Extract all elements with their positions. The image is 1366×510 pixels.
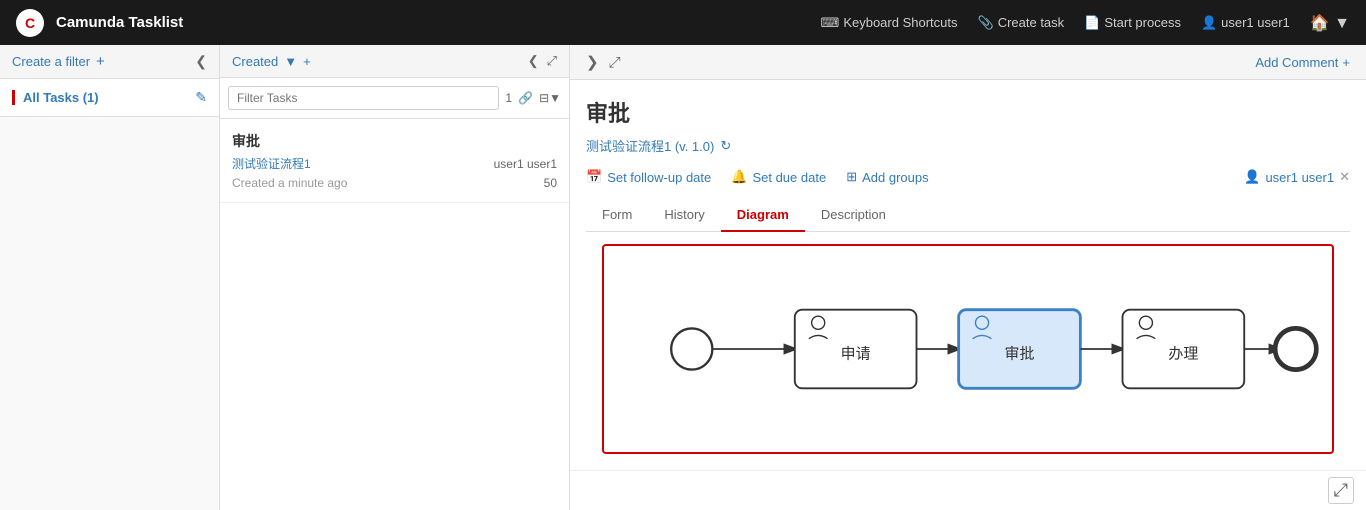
home-button[interactable]: 🏠 ▼ (1310, 13, 1350, 33)
task-item-bottom: Created a minute ago 50 (232, 176, 557, 190)
keyboard-icon: ⌨ (821, 15, 840, 31)
filter-count: 1 (505, 91, 512, 105)
task-item-priority: 50 (544, 176, 557, 190)
assignee-display: 👤 user1 user1 ✕ (1244, 169, 1350, 185)
detail-content: 审批 测试验证流程1 (v. 1.0) ↻ 📅 Set follow-up da… (570, 80, 1366, 470)
task-filter-bar: 1 🔗 ⊟▼ (220, 78, 569, 119)
task-list-header: Created ▼ + ❮ ⤢ (220, 45, 569, 78)
user-menu[interactable]: 👤 user1 user1 (1201, 15, 1290, 31)
filter-tasks-input[interactable] (228, 86, 499, 110)
start-event (671, 328, 712, 369)
logo: C (16, 9, 44, 37)
handle-label: 办理 (1168, 345, 1198, 362)
tab-form[interactable]: Form (586, 199, 648, 232)
remove-assignee-button[interactable]: ✕ (1339, 169, 1350, 185)
start-process-button[interactable]: 📄 Start process (1084, 15, 1181, 31)
create-filter-plus-icon[interactable]: + (96, 53, 105, 70)
create-filter-button[interactable]: Create a filter + (12, 53, 105, 70)
app-title: Camunda Tasklist (56, 14, 809, 31)
edit-filter-icon[interactable]: ✎ (195, 89, 207, 106)
grid-icon: ⊞ (846, 169, 857, 185)
left-sidebar: Create a filter + ❮ All Tasks (1) ✎ (0, 45, 220, 510)
detail-bottom-bar: ⤢ (570, 470, 1366, 510)
all-tasks-label: All Tasks (1) (12, 90, 99, 105)
task-item-process: 测试验证流程1 (232, 155, 311, 172)
link-filter-icon[interactable]: 🔗 (518, 91, 533, 105)
refresh-icon[interactable]: ↻ (720, 138, 731, 154)
diagram-area: 申请 审批 办理 (602, 244, 1334, 454)
main-layout: Create a filter + ❮ All Tasks (1) ✎ Crea… (0, 45, 1366, 510)
process-link-text: 测试验证流程1 (v. 1.0) (586, 136, 714, 155)
end-event (1275, 328, 1316, 369)
filter-icons: 1 🔗 ⊟▼ (505, 91, 561, 105)
assignee-user-icon: 👤 (1244, 169, 1260, 185)
detail-tabs: Form History Diagram Description (586, 199, 1350, 232)
task-item-assignee: user1 user1 (494, 157, 557, 171)
move-icon[interactable]: ⤢ (1328, 477, 1354, 504)
process-link[interactable]: 测试验证流程1 (v. 1.0) ↻ (586, 136, 1350, 155)
all-tasks-filter[interactable]: All Tasks (1) ✎ (0, 79, 219, 117)
fullscreen-icon[interactable]: ⤢ (609, 54, 621, 71)
sort-filter-icon[interactable]: ⊟▼ (539, 91, 561, 105)
task-item-time: Created a minute ago (232, 176, 347, 190)
bell-icon: 🔔 (731, 169, 747, 185)
keyboard-shortcuts-button[interactable]: ⌨ Keyboard Shortcuts (821, 15, 958, 31)
add-groups-button[interactable]: ⊞ Add groups (846, 169, 928, 185)
navbar: C Camunda Tasklist ⌨ Keyboard Shortcuts … (0, 0, 1366, 45)
sidebar-collapse-button[interactable]: ❮ (195, 53, 207, 70)
task-item-title: 审批 (232, 131, 557, 151)
create-task-button[interactable]: 📎 Create task (978, 15, 1065, 31)
add-comment-plus-icon: + (1342, 55, 1350, 70)
collapse-detail-icon[interactable]: ❯ (586, 53, 599, 71)
sidebar-header: Create a filter + ❮ (0, 45, 219, 79)
sort-created-button[interactable]: Created ▼ + (232, 54, 311, 69)
navbar-actions: ⌨ Keyboard Shortcuts 📎 Create task 📄 Sta… (821, 13, 1350, 33)
task-list-controls: ❮ ⤢ (528, 53, 557, 69)
paperclip-icon: 📎 (978, 15, 994, 31)
collapse-panel-icon[interactable]: ❮ (528, 53, 539, 69)
bpmn-diagram: 申请 审批 办理 (604, 246, 1332, 452)
detail-actions: 📅 Set follow-up date 🔔 Set due date ⊞ Ad… (586, 169, 1350, 185)
tab-description[interactable]: Description (805, 199, 902, 232)
approve-label: 审批 (1005, 345, 1035, 362)
calendar-icon: 📅 (586, 169, 602, 185)
task-item-meta: 测试验证流程1 user1 user1 (232, 155, 557, 172)
expand-panel-icon[interactable]: ⤢ (547, 53, 557, 69)
apply-label: 申请 (841, 345, 871, 362)
detail-panel: ❯ ⤢ Add Comment + 审批 测试验证流程1 (v. 1.0) ↻ … (570, 45, 1366, 510)
topbar-left: ❯ ⤢ (586, 53, 621, 71)
task-list-panel: Created ▼ + ❮ ⤢ 1 🔗 ⊟▼ 审批 测试验证流程1 user1 … (220, 45, 570, 510)
add-comment-button[interactable]: Add Comment + (1255, 55, 1350, 70)
detail-topbar: ❯ ⤢ Add Comment + (570, 45, 1366, 80)
task-item[interactable]: 审批 测试验证流程1 user1 user1 Created a minute … (220, 119, 569, 203)
task-detail-title: 审批 (586, 96, 1350, 128)
due-date-button[interactable]: 🔔 Set due date (731, 169, 826, 185)
tab-diagram[interactable]: Diagram (721, 199, 805, 232)
add-task-plus-icon[interactable]: + (303, 54, 311, 69)
follow-up-date-button[interactable]: 📅 Set follow-up date (586, 169, 711, 185)
tab-history[interactable]: History (648, 199, 720, 232)
user-icon: 👤 (1201, 15, 1217, 31)
file-icon: 📄 (1084, 15, 1100, 31)
sort-chevron-icon: ▼ (284, 54, 297, 69)
